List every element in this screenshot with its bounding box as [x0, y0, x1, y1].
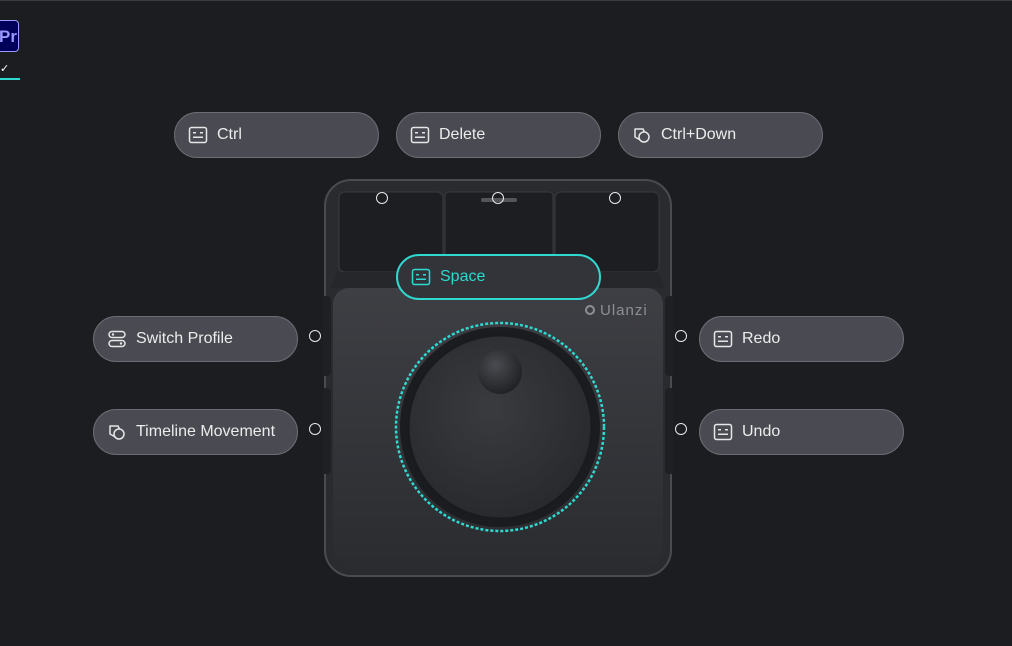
connector-left-lower	[309, 423, 321, 435]
connector-left-upper	[309, 330, 321, 342]
key-timeline-movement-button[interactable]: Timeline Movement	[93, 409, 298, 455]
multi-action-icon	[631, 124, 653, 146]
multi-action-icon	[106, 421, 128, 443]
key-icon	[712, 421, 734, 443]
key-undo-button[interactable]: Undo	[699, 409, 904, 455]
key-space-button[interactable]: Space	[396, 254, 601, 300]
key-label: Undo	[742, 423, 781, 440]
top-divider	[0, 0, 1012, 1]
key-ctrl-down-button[interactable]: Ctrl+Down	[618, 112, 823, 158]
connector-right-lower	[675, 423, 687, 435]
key-icon	[410, 266, 432, 288]
key-icon	[187, 124, 209, 146]
selected-check-icon: ✓	[0, 63, 10, 75]
connector-top-right	[609, 192, 621, 204]
brand-label: Ulanzi	[600, 302, 648, 319]
ulanzi-logo-icon	[585, 305, 595, 315]
key-ctrl-button[interactable]: Ctrl	[174, 112, 379, 158]
profile-switch-icon	[106, 328, 128, 350]
key-label: Timeline Movement	[136, 423, 276, 440]
active-tab-indicator	[0, 78, 20, 80]
key-icon	[409, 124, 431, 146]
key-label: Redo	[742, 330, 781, 347]
connector-top-middle	[492, 192, 504, 204]
key-icon	[712, 328, 734, 350]
premiere-pro-icon: Pr	[0, 20, 19, 52]
key-label: Ctrl	[217, 126, 242, 143]
key-label: Delete	[439, 126, 486, 143]
device-illustration	[323, 179, 673, 577]
key-label: Switch Profile	[136, 330, 233, 347]
key-redo-button[interactable]: Redo	[699, 316, 904, 362]
key-delete-button[interactable]: Delete	[396, 112, 601, 158]
key-switch-profile-button[interactable]: Switch Profile	[93, 316, 298, 362]
app-tab-premiere[interactable]: Pr	[0, 20, 20, 54]
connector-right-upper	[675, 330, 687, 342]
connector-top-left	[376, 192, 388, 204]
key-label: Space	[440, 268, 486, 285]
key-label: Ctrl+Down	[661, 126, 737, 143]
